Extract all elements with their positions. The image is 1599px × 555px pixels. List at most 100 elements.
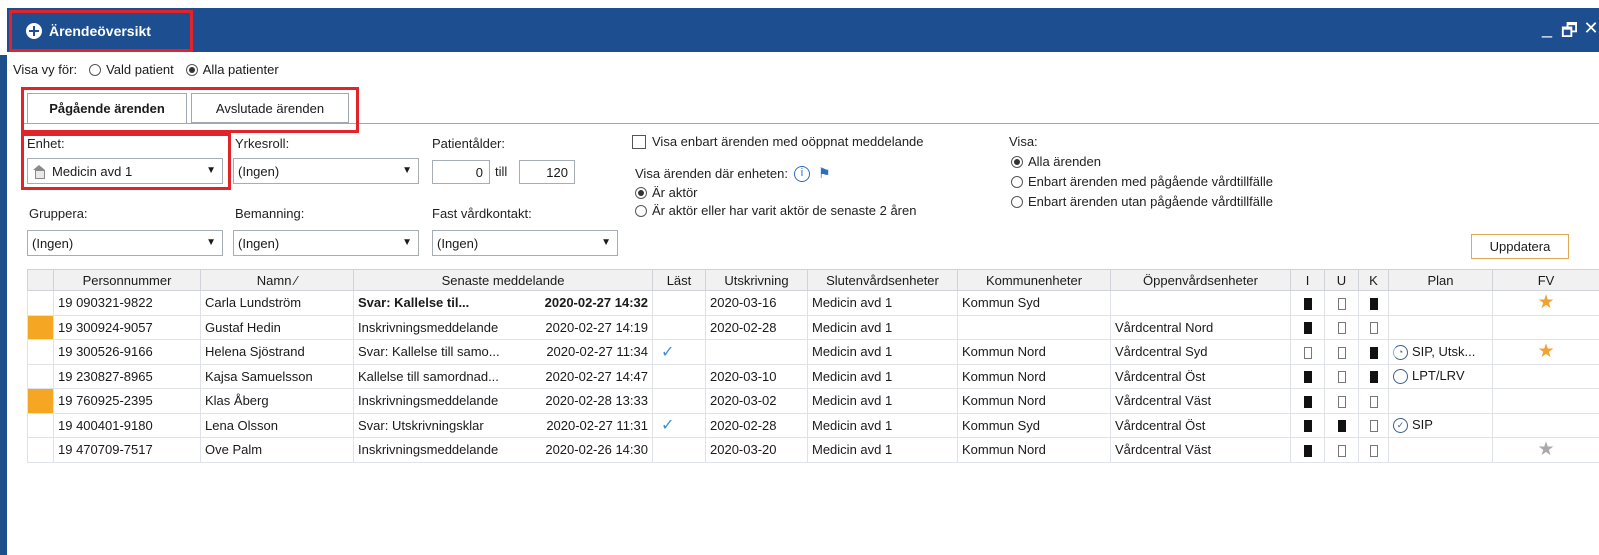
column-header-read[interactable]: Läst — [652, 269, 706, 291]
chevron-down-icon: ▼ — [601, 237, 611, 248]
cell-pnr: 19 300526-9166 — [53, 339, 201, 365]
row-flag-cell — [27, 388, 54, 414]
actor-now-radio[interactable]: Är aktör — [635, 185, 698, 200]
cell-message: Kallelse till samordnad... 2020-02-27 14:… — [353, 363, 653, 389]
fixed-contact-select[interactable]: (Ingen) ▼ — [432, 230, 618, 256]
cell-u — [1324, 290, 1359, 316]
cell-municipal: Kommun Nord — [957, 339, 1111, 365]
cell-pnr: 19 470709-7517 — [53, 437, 201, 463]
minimize-button[interactable]: _ — [1539, 18, 1555, 48]
close-button[interactable]: ✕ — [1583, 18, 1599, 48]
plus-circle-icon — [26, 23, 42, 39]
status-k-icon — [1369, 395, 1378, 408]
table-row[interactable]: 19 090321-9822 Carla Lundström Svar: Kalle… — [27, 290, 1599, 316]
status-i-icon — [1303, 371, 1312, 384]
table-row[interactable]: 19 470709-7517 Ove Palm Inskrivningsmeddel… — [27, 437, 1599, 463]
column-header-inpatient[interactable]: Slutenvårdsenheter — [807, 269, 958, 291]
table-row[interactable]: 19 300924-9057 Gustaf Hedin Inskrivningsme… — [27, 314, 1599, 340]
plan-empty-icon — [1393, 369, 1408, 385]
table-row[interactable]: 19 300526-9166 Helena Sjöstrand Svar: Kall… — [27, 339, 1599, 365]
view-for-option-label: Vald patient — [106, 62, 174, 77]
radio-selected-icon — [185, 63, 198, 76]
plan-check-icon: ✓ — [1393, 418, 1408, 434]
restore-button[interactable]: 🗗 — [1561, 18, 1578, 48]
visa-without-label: Enbart ärenden utan pågående vårdtillfäl… — [1028, 194, 1274, 209]
age-to-input[interactable]: 120 — [519, 160, 575, 184]
radio-icon — [1011, 175, 1023, 188]
table-row[interactable]: 19 760925-2395 Klas Åberg Inskrivningsmedd… — [27, 388, 1599, 414]
unopened-only-label: Visa enbart ärenden med oöppnat meddelan… — [652, 134, 924, 149]
cell-discharge — [705, 339, 808, 365]
column-header-pnr[interactable]: Personnummer — [53, 269, 201, 291]
cell-inpatient: Medicin avd 1 — [807, 314, 958, 340]
cell-name: Carla Lundström — [200, 290, 354, 316]
window-left-stripe — [0, 55, 7, 555]
info-icon[interactable]: i — [794, 165, 810, 182]
view-for-all-patients[interactable]: Alla patienter — [185, 62, 279, 77]
cell-discharge: 2020-03-02 — [705, 388, 808, 414]
chevron-down-icon: ▼ — [402, 165, 412, 176]
cell-k — [1358, 412, 1389, 438]
cell-read — [652, 314, 706, 340]
row-flag-cell — [27, 314, 54, 340]
staffing-select[interactable]: (Ingen) ▼ — [233, 230, 419, 256]
status-k-icon — [1369, 297, 1378, 310]
cell-inpatient: Medicin avd 1 — [807, 339, 958, 365]
cell-fv — [1492, 363, 1599, 389]
age-from-input[interactable]: 0 — [432, 160, 490, 184]
star-grey-icon[interactable]: ★ — [1537, 439, 1554, 460]
status-u-icon — [1337, 322, 1346, 335]
visa-ongoing-radio[interactable]: Enbart ärenden med pågående vårdtillfäll… — [1011, 174, 1273, 189]
visa-without-radio[interactable]: Enbart ärenden utan pågående vårdtillfäl… — [1011, 194, 1273, 209]
column-header-name[interactable]: Namn ⁄ — [200, 269, 354, 291]
star-gold-icon[interactable]: ★ — [1537, 292, 1554, 313]
visa-all-radio[interactable]: Alla ärenden — [1011, 154, 1101, 169]
column-header-discharge[interactable]: Utskrivning — [705, 269, 808, 291]
role-select[interactable]: (Ingen) ▼ — [233, 158, 419, 184]
column-header-u[interactable]: U — [1324, 269, 1359, 291]
column-header-outpatient[interactable]: Öppenvårdsenheter — [1110, 269, 1291, 291]
table-row[interactable]: 19 230827-8965 Kajsa Samuelsson Kallelse t… — [27, 363, 1599, 389]
table-row[interactable]: 19 400401-9180 Lena Olsson Svar: Utskrivni… — [27, 412, 1599, 438]
cell-plan — [1388, 388, 1493, 414]
actor-recent-label: Är aktör eller har varit aktör de senast… — [652, 203, 917, 218]
actor-recent-radio[interactable]: Är aktör eller har varit aktör de senast… — [635, 203, 916, 218]
column-header-message[interactable]: Senaste meddelande — [353, 269, 653, 291]
update-button[interactable]: Uppdatera — [1471, 234, 1569, 259]
cell-pnr: 19 300924-9057 — [53, 314, 201, 340]
cell-discharge: 2020-03-20 — [705, 437, 808, 463]
cell-discharge: 2020-03-16 — [705, 290, 808, 316]
column-header-i[interactable]: I — [1290, 269, 1325, 291]
cell-message: Inskrivningsmeddelande 2020-02-27 14:19 — [353, 314, 653, 340]
staffing-label: Bemanning: — [235, 206, 305, 221]
message-time: 2020-02-26 14:30 — [545, 442, 648, 458]
star-gold-icon[interactable]: ★ — [1537, 341, 1554, 362]
cell-outpatient: Vårdcentral Öst — [1110, 363, 1291, 389]
message-text: Kallelse till samordnad... — [358, 368, 499, 384]
view-for-selected-patient[interactable]: Vald patient — [89, 62, 174, 77]
unopened-only-checkbox[interactable]: Visa enbart ärenden med oöppnat meddelan… — [632, 134, 924, 149]
cell-i — [1290, 437, 1325, 463]
cell-k — [1358, 363, 1389, 389]
cell-municipal: Kommun Nord — [957, 437, 1111, 463]
group-select[interactable]: (Ingen) ▼ — [27, 230, 223, 256]
cell-municipal: Kommun Nord — [957, 363, 1111, 389]
flag-icon[interactable]: ⚑ — [818, 165, 831, 182]
message-text: Inskrivningsmeddelande — [358, 319, 499, 335]
cell-i — [1290, 388, 1325, 414]
cell-u — [1324, 314, 1359, 340]
plan-progress-icon: ◔ — [1393, 344, 1408, 360]
cell-fv: ★ — [1492, 339, 1599, 365]
column-header-municipal[interactable]: Kommunenheter — [957, 269, 1111, 291]
column-header-k[interactable]: K — [1358, 269, 1389, 291]
status-i-icon — [1303, 444, 1312, 457]
cell-k — [1358, 388, 1389, 414]
checkmark-icon: ✓ — [661, 417, 675, 435]
age-to-label: till — [495, 164, 508, 179]
staffing-select-value: (Ingen) — [238, 235, 280, 251]
table-header-row: Personnummer Namn ⁄ Senaste meddelande L… — [27, 269, 1599, 291]
message-text: Svar: Utskrivningsklar — [358, 417, 484, 433]
cell-municipal — [957, 314, 1111, 340]
column-header-fv[interactable]: FV — [1492, 269, 1599, 291]
column-header-plan[interactable]: Plan — [1388, 269, 1493, 291]
